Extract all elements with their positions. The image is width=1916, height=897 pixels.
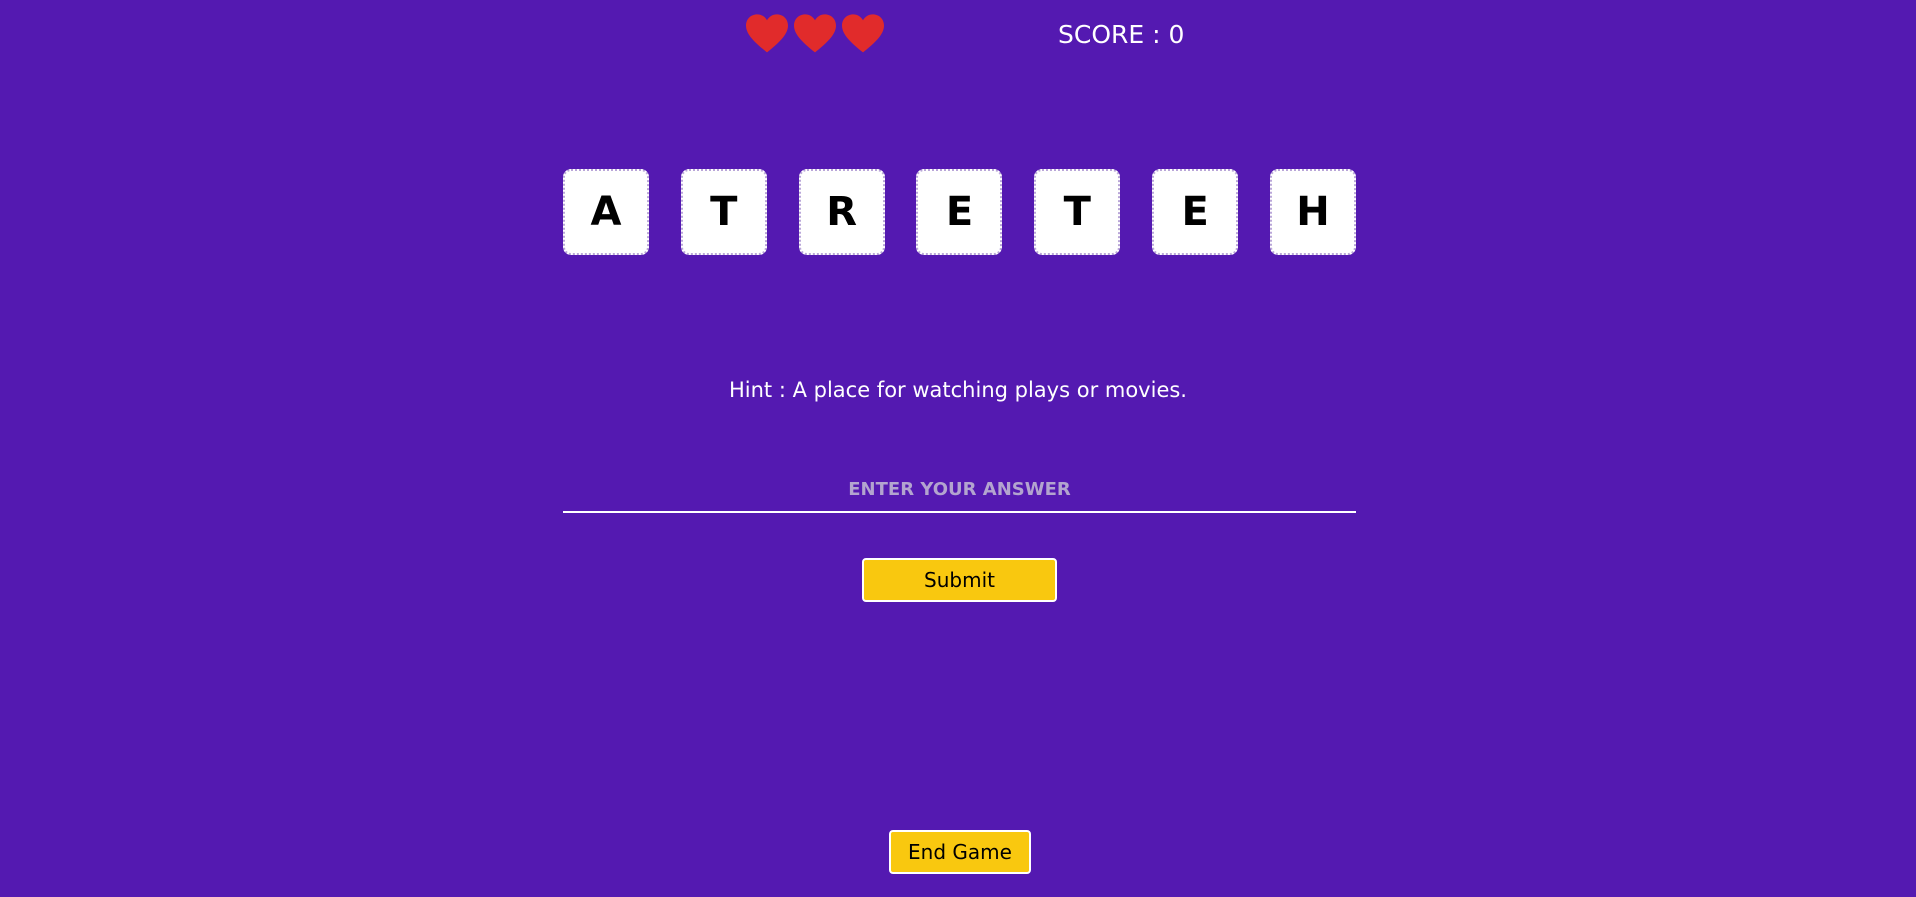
submit-button[interactable]: Submit	[862, 558, 1057, 602]
heart-icon	[842, 14, 884, 54]
answer-field-container	[563, 468, 1356, 514]
letter-tiles: A T R E T E H	[563, 169, 1356, 255]
letter-tile: A	[563, 169, 649, 255]
answer-input[interactable]	[563, 468, 1356, 513]
heart-icon	[794, 14, 836, 54]
hint-text: Hint : A place for watching plays or mov…	[729, 378, 1187, 402]
end-game-button[interactable]: End Game	[889, 830, 1031, 874]
letter-tile: H	[1269, 169, 1356, 255]
letter-tile: T	[1034, 169, 1121, 255]
letter-tile: T	[680, 169, 767, 255]
lives-indicator	[746, 14, 886, 54]
letter-tile: E	[916, 169, 1003, 255]
letter-tile: R	[798, 169, 885, 255]
heart-icon	[746, 14, 788, 54]
score-display: SCORE : 0	[1058, 20, 1185, 49]
letter-tile: E	[1152, 169, 1239, 255]
